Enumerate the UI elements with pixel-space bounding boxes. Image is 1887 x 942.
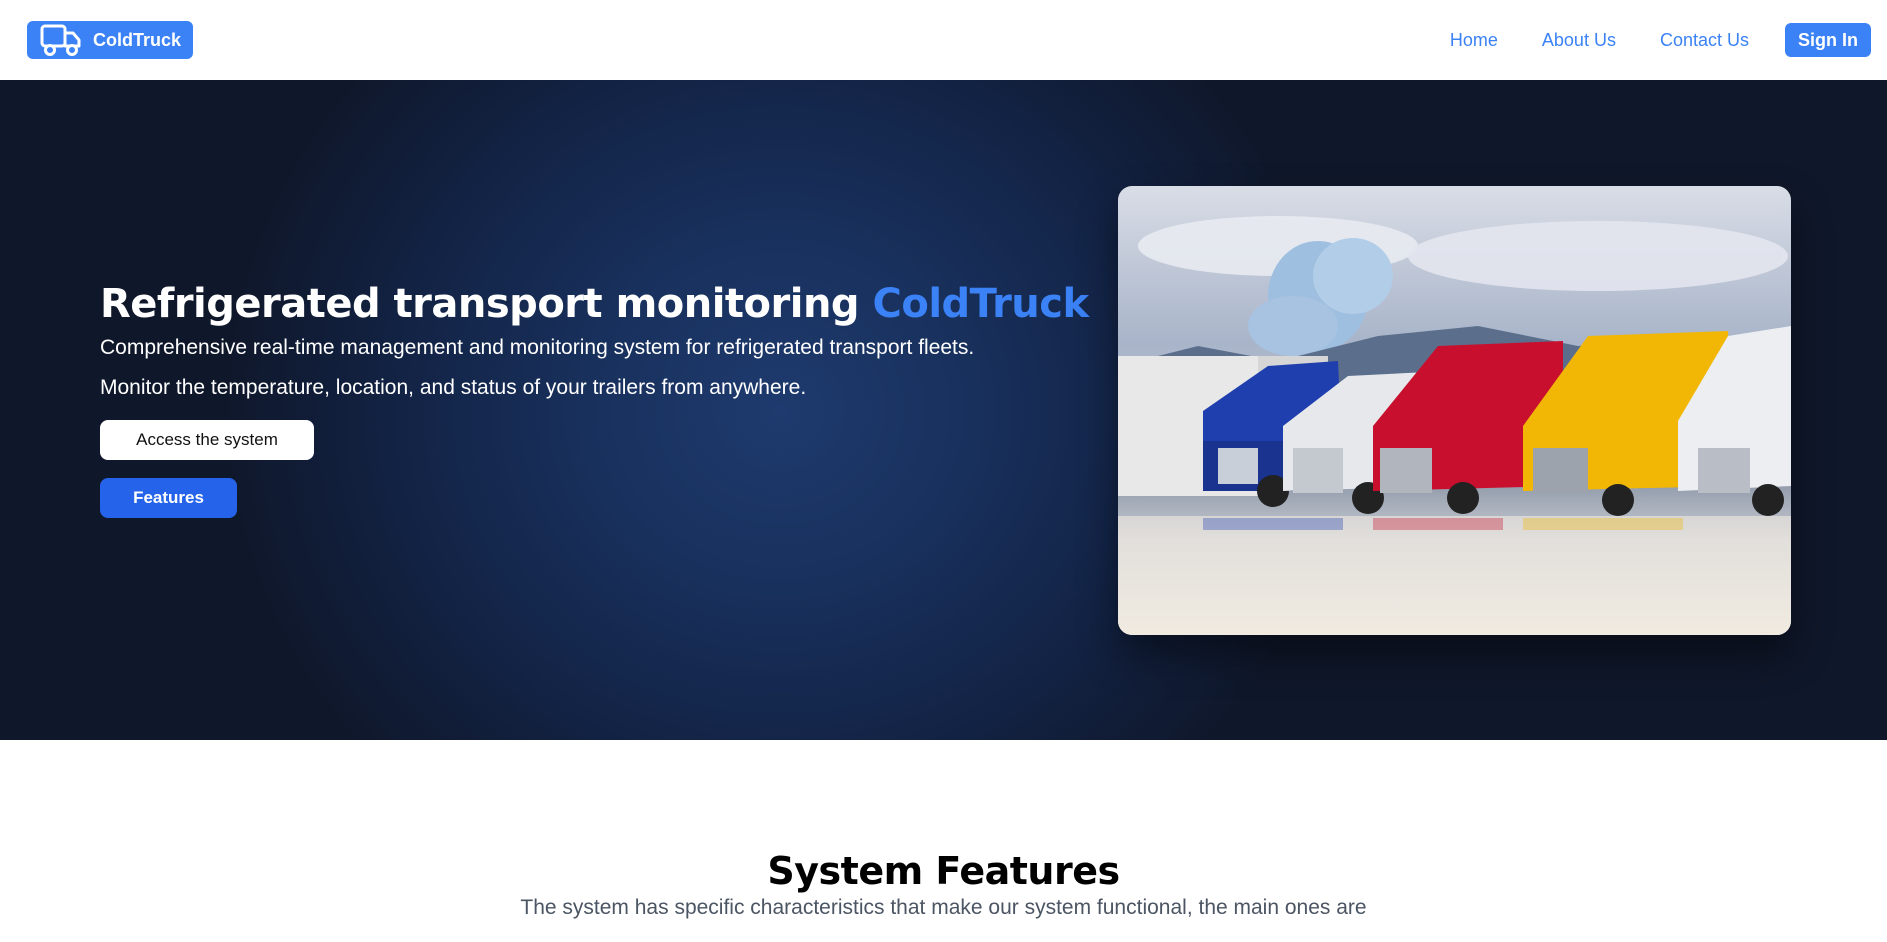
features-section: System Features The system has specific … bbox=[0, 740, 1887, 942]
brand-logo[interactable]: ColdTruck bbox=[27, 21, 194, 59]
nav-contact-us[interactable]: Contact Us bbox=[1660, 30, 1749, 51]
top-navbar: ColdTruck Home About Us Contact Us Sign … bbox=[0, 0, 1887, 80]
features-button[interactable]: Features bbox=[100, 478, 237, 518]
hero-section: Refrigerated transport monitoring ColdTr… bbox=[0, 80, 1887, 740]
hero-trucks-image bbox=[1118, 186, 1791, 635]
hero-title-main: Refrigerated transport monitoring bbox=[100, 281, 873, 327]
features-subtitle: The system has specific characteristics … bbox=[520, 896, 1367, 919]
hero-description-line1: Comprehensive real-time management and m… bbox=[100, 336, 975, 359]
brand-name: ColdTruck bbox=[93, 29, 182, 50]
access-system-button[interactable]: Access the system bbox=[100, 420, 314, 460]
hero-text: Refrigerated transport monitoring ColdTr… bbox=[100, 280, 1100, 518]
hero-description-line2: Monitor the temperature, location, and s… bbox=[100, 376, 807, 399]
features-title: System Features bbox=[767, 849, 1120, 893]
hero-title: Refrigerated transport monitoring ColdTr… bbox=[100, 280, 1100, 328]
hero-title-accent: ColdTruck bbox=[872, 281, 1090, 327]
sign-in-button[interactable]: Sign In bbox=[1785, 23, 1871, 57]
nav-home[interactable]: Home bbox=[1450, 30, 1498, 51]
truck-icon bbox=[39, 23, 83, 57]
main-nav: Home About Us Contact Us Sign In bbox=[1406, 23, 1871, 57]
nav-about-us[interactable]: About Us bbox=[1542, 30, 1616, 51]
